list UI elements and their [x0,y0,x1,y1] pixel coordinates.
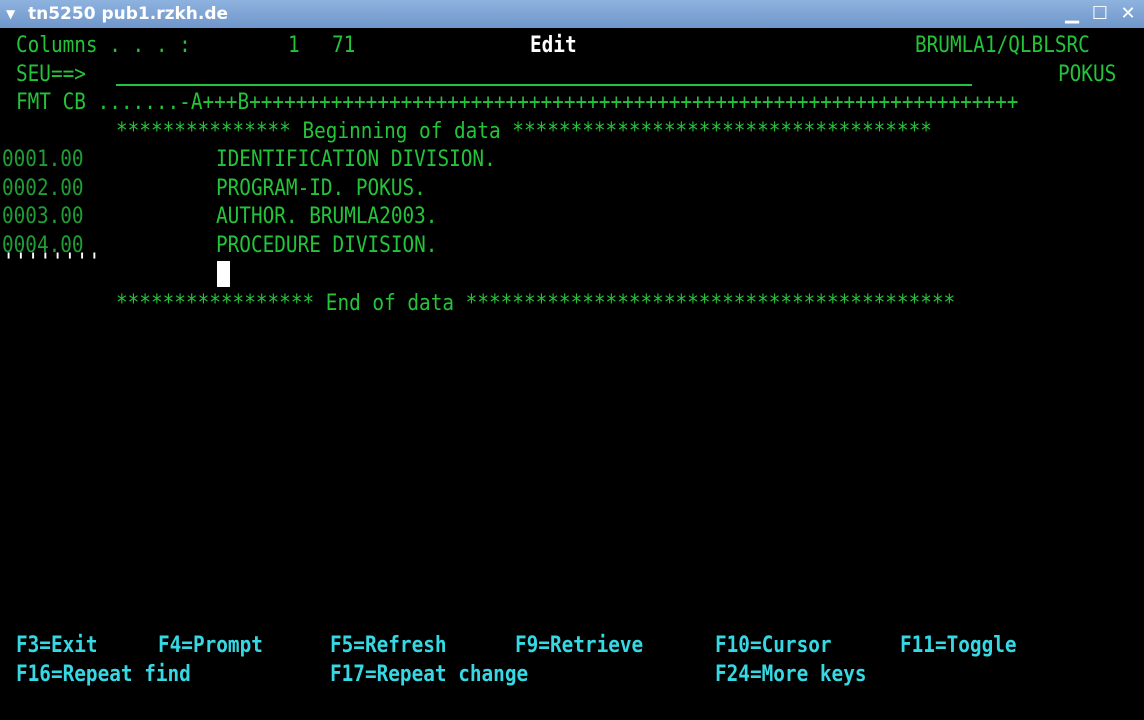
terminal-screen[interactable]: Columns . . . : 1 71 Edit BRUMLA1/QLBLSR… [0,28,1144,720]
terminal-window: ▼ tn5250 pub1.rzkh.de ▁ ☐ ✕ Columns . . … [0,0,1144,720]
seu-command-prompt: SEU==> [16,62,86,87]
triangle-down-icon[interactable]: ▼ [6,0,15,28]
fkey-f3-exit[interactable]: F3=Exit [16,632,98,660]
sequence-number: 0003.00 [2,204,84,229]
minimize-icon[interactable]: ▁ [1062,4,1082,24]
screen-mode-title: Edit [530,33,577,58]
source-line[interactable]: AUTHOR. BRUMLA2003. [216,203,437,231]
columns-from: 1 [288,33,300,58]
close-icon[interactable]: ✕ [1118,4,1138,24]
beginning-of-data-marker: *************** Beginning of data ******… [116,119,932,144]
source-line[interactable]: PROGRAM-ID. POKUS. [216,175,426,203]
text-cursor [217,261,230,287]
columns-label: Columns . . . : [16,33,191,58]
maximize-icon[interactable]: ☐ [1090,4,1110,24]
fkey-f17-repeat-change[interactable]: F17=Repeat change [330,661,528,689]
fkey-f4-prompt[interactable]: F4=Prompt [158,632,263,660]
window-title-bar[interactable]: ▼ tn5250 pub1.rzkh.de ▁ ☐ ✕ [0,0,1144,28]
seu-command-input[interactable] [116,84,972,86]
columns-to: 71 [332,33,356,58]
fkey-f10-cursor[interactable]: F10=Cursor [715,632,832,660]
fkey-f11-toggle[interactable]: F11=Toggle [900,632,1017,660]
fkey-f9-retrieve[interactable]: F9=Retrieve [515,632,643,660]
fkey-f24-more-keys[interactable]: F24=More keys [715,661,867,689]
source-line[interactable]: PROCEDURE DIVISION. [216,232,437,260]
end-of-data-marker: ***************** End of data **********… [116,291,956,316]
fkey-f16-repeat-find[interactable]: F16=Repeat find [16,661,191,689]
window-title: tn5250 pub1.rzkh.de [28,4,229,24]
source-line[interactable]: IDENTIFICATION DIVISION. [216,146,496,174]
format-ruler: FMT CB .......-A+++B++++++++++++++++++++… [16,90,1019,115]
member-name: POKUS [1058,62,1117,87]
sequence-number: 0001.00 [2,147,84,172]
source-file-name: BRUMLA1/QLBLSRC [915,33,1090,58]
insert-line-marker[interactable]: '''''''' [2,252,101,274]
sequence-number: 0002.00 [2,176,84,201]
fkey-f5-refresh[interactable]: F5=Refresh [330,632,447,660]
